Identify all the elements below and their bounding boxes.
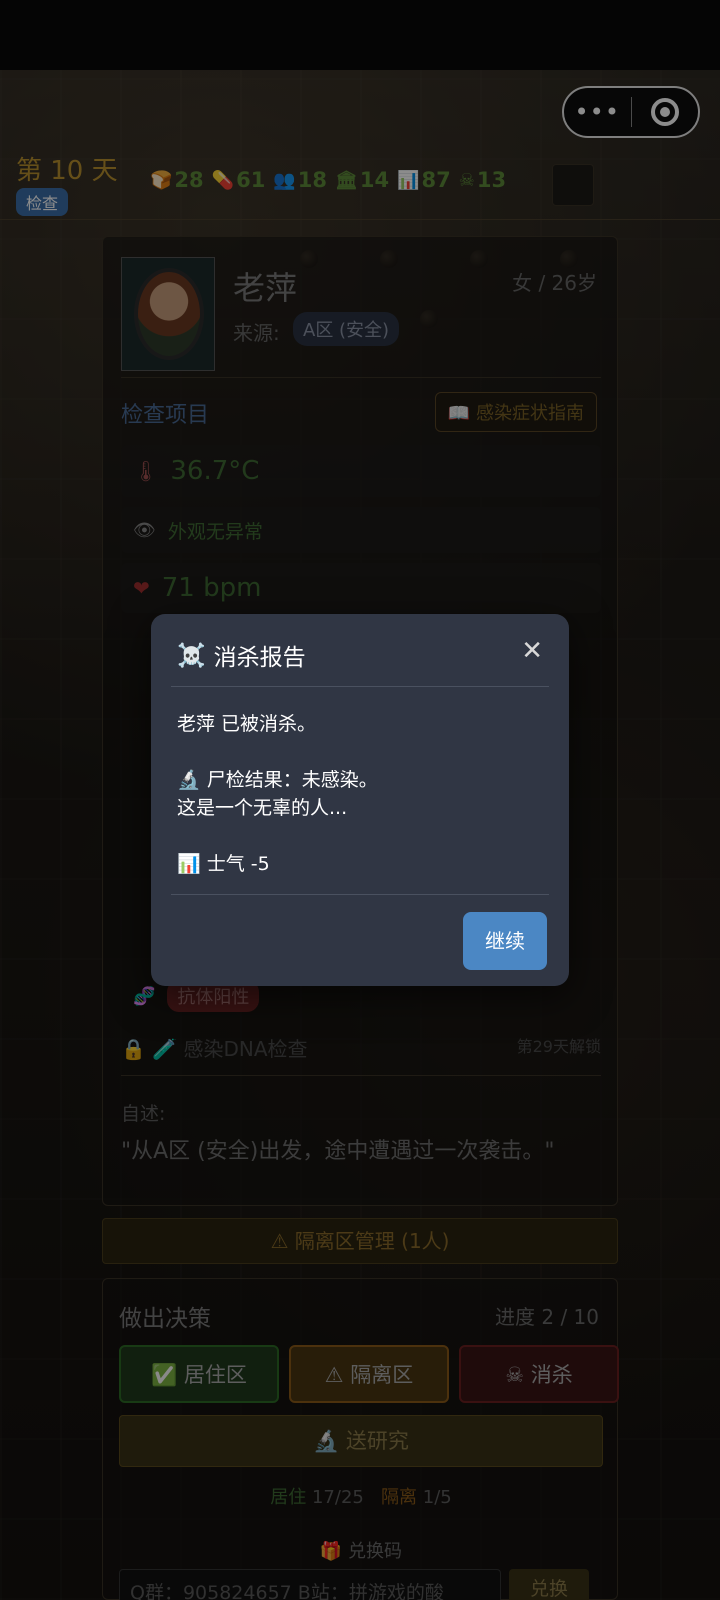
close-icon[interactable]: ✕ — [521, 636, 543, 666]
dialog-body: 老萍 已被消杀。 🔬 尸检结果：未感染。 这是一个无辜的人... 📊 士气 -5 — [177, 710, 543, 878]
report-line-innocent: 这是一个无辜的人... — [177, 797, 348, 819]
elimination-report-dialog: ☠️ 消杀报告 ✕ 老萍 已被消杀。 🔬 尸检结果：未感染。 这是一个无辜的人.… — [151, 614, 569, 986]
report-line-morale: 📊 士气 -5 — [177, 853, 270, 875]
skull-crossbones-icon: ☠️ — [177, 642, 206, 669]
dialog-title-text: 消杀报告 — [213, 645, 306, 671]
dialog-divider — [171, 894, 549, 895]
dialog-divider — [171, 686, 549, 687]
report-line-eliminated: 老萍 已被消杀。 — [177, 713, 317, 735]
continue-button[interactable]: 继续 — [463, 912, 547, 970]
report-line-autopsy: 🔬 尸检结果：未感染。 — [177, 769, 378, 791]
dialog-title: ☠️ 消杀报告 — [177, 638, 306, 672]
